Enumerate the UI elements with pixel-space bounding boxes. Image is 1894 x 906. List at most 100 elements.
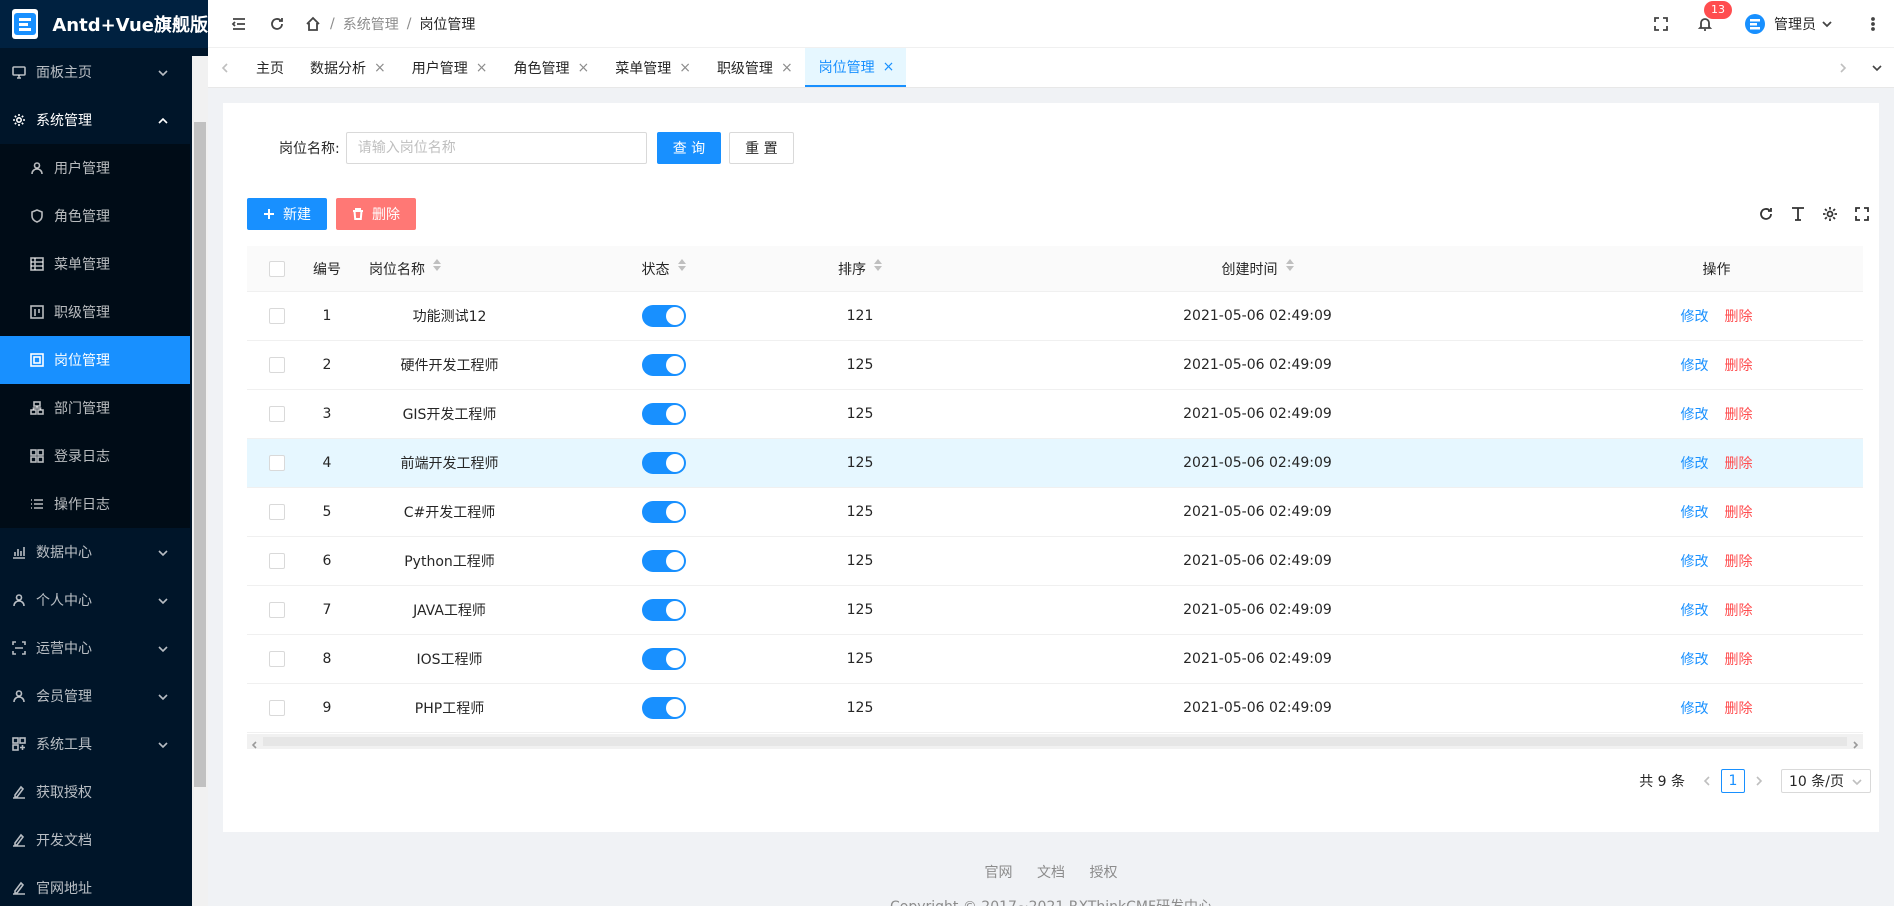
edit-link[interactable]: 修改 [1681, 355, 1709, 375]
table-row[interactable]: 1 功能测试12 121 2021-05-06 02:49:09 修改 删除 [247, 292, 1863, 341]
row-checkbox[interactable] [269, 357, 285, 373]
reload-icon[interactable] [1757, 205, 1775, 223]
menu-fold-icon[interactable] [230, 15, 248, 33]
new-button[interactable]: 新建 [247, 198, 327, 230]
scroll-left-icon[interactable] [251, 737, 259, 749]
home-icon[interactable] [304, 15, 322, 33]
edit-link[interactable]: 修改 [1681, 551, 1709, 571]
sidebar-item-data-center[interactable]: 数据中心 [0, 528, 190, 576]
tab-users[interactable]: 用户管理 × [398, 48, 500, 87]
close-icon[interactable]: × [781, 60, 793, 76]
page-number[interactable]: 1 [1721, 769, 1745, 793]
row-checkbox[interactable] [269, 455, 285, 471]
delete-link[interactable]: 删除 [1725, 453, 1753, 473]
logo[interactable]: Antd+Vue旗舰版 [0, 0, 208, 48]
edit-link[interactable]: 修改 [1681, 502, 1709, 522]
tab-roles[interactable]: 角色管理 × [499, 48, 601, 87]
status-toggle[interactable] [641, 452, 686, 474]
row-checkbox[interactable] [269, 651, 285, 667]
sidebar-item-personal[interactable]: 个人中心 [0, 576, 190, 624]
footer-link-website[interactable]: 官网 [985, 865, 1013, 881]
sidebar-item-website[interactable]: 官网地址 [0, 864, 190, 906]
status-toggle[interactable] [641, 648, 686, 670]
table-row[interactable]: 8 IOS工程师 125 2021-05-06 02:49:09 修改 删除 [247, 635, 1863, 684]
sidebar-item-posts[interactable]: 岗位管理 [0, 336, 190, 384]
footer-link-docs[interactable]: 文档 [1037, 865, 1065, 881]
sidebar-item-tools[interactable]: 系统工具 [0, 720, 190, 768]
delete-link[interactable]: 删除 [1725, 404, 1753, 424]
sort-icon[interactable] [433, 258, 441, 279]
reset-button[interactable]: 重 置 [729, 132, 794, 164]
delete-link[interactable]: 删除 [1725, 600, 1753, 620]
batch-delete-button[interactable]: 删除 [336, 198, 416, 230]
close-icon[interactable]: × [374, 60, 386, 76]
scrollbar-thumb[interactable] [263, 737, 1847, 746]
sidebar-item-roles[interactable]: 角色管理 [0, 192, 190, 240]
refresh-icon[interactable] [268, 15, 286, 33]
close-icon[interactable]: × [476, 60, 488, 76]
edit-link[interactable]: 修改 [1681, 600, 1709, 620]
col-name[interactable]: 岗位名称 [347, 258, 552, 279]
edit-link[interactable]: 修改 [1681, 404, 1709, 424]
sidebar-item-members[interactable]: 会员管理 [0, 672, 190, 720]
edit-link[interactable]: 修改 [1681, 649, 1709, 669]
sidebar-item-menus[interactable]: 菜单管理 [0, 240, 190, 288]
delete-link[interactable]: 删除 [1725, 355, 1753, 375]
row-checkbox[interactable] [269, 700, 285, 716]
edit-link[interactable]: 修改 [1681, 306, 1709, 326]
sidebar-item-docs[interactable]: 开发文档 [0, 816, 190, 864]
next-page-icon[interactable] [1747, 769, 1771, 793]
table-row[interactable]: 5 C#开发工程师 125 2021-05-06 02:49:09 修改 删除 [247, 488, 1863, 537]
scroll-right-icon[interactable] [1851, 737, 1859, 749]
sidebar-item-operation-logs[interactable]: 操作日志 [0, 480, 190, 528]
sidebar-item-dashboard[interactable]: 面板主页 [0, 48, 190, 96]
tab-data-analysis[interactable]: 数据分析 × [296, 48, 398, 87]
sidebar-item-login-logs[interactable]: 登录日志 [0, 432, 190, 480]
row-checkbox[interactable] [269, 602, 285, 618]
footer-link-license[interactable]: 授权 [1089, 865, 1117, 881]
sidebar-scrollbar[interactable] [192, 56, 208, 906]
post-name-input[interactable] [345, 132, 647, 164]
tab-menu-dropdown[interactable] [1860, 48, 1894, 87]
page-size-select[interactable]: 10 条/页 [1781, 769, 1871, 793]
col-created[interactable]: 创建时间 [945, 258, 1570, 279]
status-toggle[interactable] [641, 354, 686, 376]
sidebar-item-departments[interactable]: 部门管理 [0, 384, 190, 432]
status-toggle[interactable] [641, 550, 686, 572]
row-checkbox[interactable] [269, 553, 285, 569]
delete-link[interactable]: 删除 [1725, 551, 1753, 571]
sort-icon[interactable] [1285, 258, 1294, 279]
sidebar-item-operations[interactable]: 运营中心 [0, 624, 190, 672]
table-row[interactable]: 9 PHP工程师 125 2021-05-06 02:49:09 修改 删除 [247, 684, 1863, 733]
prev-page-icon[interactable] [1695, 769, 1719, 793]
sort-icon[interactable] [874, 258, 882, 279]
close-icon[interactable]: × [679, 60, 691, 76]
delete-link[interactable]: 删除 [1725, 306, 1753, 326]
select-all-checkbox[interactable] [269, 260, 285, 277]
sidebar-item-license[interactable]: 获取授权 [0, 768, 190, 816]
col-status[interactable]: 状态 [552, 258, 775, 279]
delete-link[interactable]: 删除 [1725, 649, 1753, 669]
row-checkbox[interactable] [269, 406, 285, 422]
status-toggle[interactable] [641, 697, 686, 719]
status-toggle[interactable] [641, 599, 686, 621]
avatar[interactable] [1744, 13, 1766, 35]
sidebar-item-users[interactable]: 用户管理 [0, 144, 190, 192]
row-checkbox[interactable] [269, 504, 285, 520]
user-name[interactable]: 管理员 [1774, 14, 1816, 34]
table-horizontal-scrollbar[interactable] [247, 734, 1863, 749]
status-toggle[interactable] [641, 305, 686, 327]
row-checkbox[interactable] [269, 308, 285, 324]
more-icon[interactable] [1864, 15, 1882, 33]
tab-posts[interactable]: 岗位管理 × [804, 48, 907, 87]
fullscreen-icon[interactable] [1652, 15, 1670, 33]
status-toggle[interactable] [641, 403, 686, 425]
bell-icon[interactable]: 13 [1696, 1, 1732, 33]
sidebar-scrollbar-thumb[interactable] [194, 122, 206, 787]
table-row[interactable]: 2 硬件开发工程师 125 2021-05-06 02:49:09 修改 删除 [247, 341, 1863, 390]
delete-link[interactable]: 删除 [1725, 502, 1753, 522]
tab-ranks[interactable]: 职级管理 × [703, 48, 805, 87]
breadcrumb-item[interactable]: 系统管理 [343, 14, 399, 34]
table-row[interactable]: 7 JAVA工程师 125 2021-05-06 02:49:09 修改 删除 [247, 586, 1863, 635]
table-row[interactable]: 4 前端开发工程师 125 2021-05-06 02:49:09 修改 删除 [247, 439, 1863, 488]
